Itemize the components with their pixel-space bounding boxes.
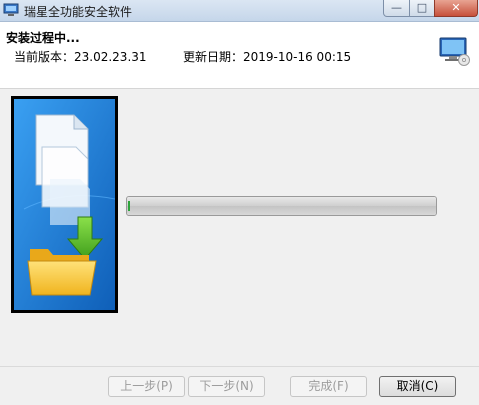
close-button[interactable]: ✕ — [434, 0, 478, 17]
monitor-disc-icon — [439, 37, 470, 66]
finish-button[interactable]: 完成(F) — [290, 376, 367, 397]
progress-indicator — [128, 201, 130, 211]
maximize-button[interactable]: □ — [409, 0, 435, 17]
install-files-icon — [11, 96, 118, 313]
close-icon: ✕ — [451, 1, 461, 14]
monitor-icon — [3, 3, 19, 16]
window-title: 瑞星全功能安全软件 — [24, 5, 133, 19]
footer-divider — [0, 366, 479, 367]
update-date: 更新日期：2019-10-16 00:15 — [183, 50, 352, 64]
minimize-icon: — — [391, 1, 402, 14]
minimize-button[interactable]: — — [383, 0, 410, 17]
maximize-icon: □ — [416, 1, 428, 14]
title-bar[interactable]: 瑞星全功能安全软件 — □ ✕ — [0, 0, 479, 22]
cancel-button[interactable]: 取消(C) — [379, 376, 456, 397]
install-progress-bar — [126, 196, 437, 216]
prev-button[interactable]: 上一步(P) — [108, 376, 185, 397]
next-button[interactable]: 下一步(N) — [188, 376, 265, 397]
current-version: 当前版本：23.02.23.31 — [14, 50, 147, 64]
header-panel: 安装过程中... 当前版本：23.02.23.31 更新日期：2019-10-1… — [0, 22, 479, 89]
install-status: 安装过程中... — [6, 31, 80, 45]
progress-fill — [127, 197, 436, 215]
